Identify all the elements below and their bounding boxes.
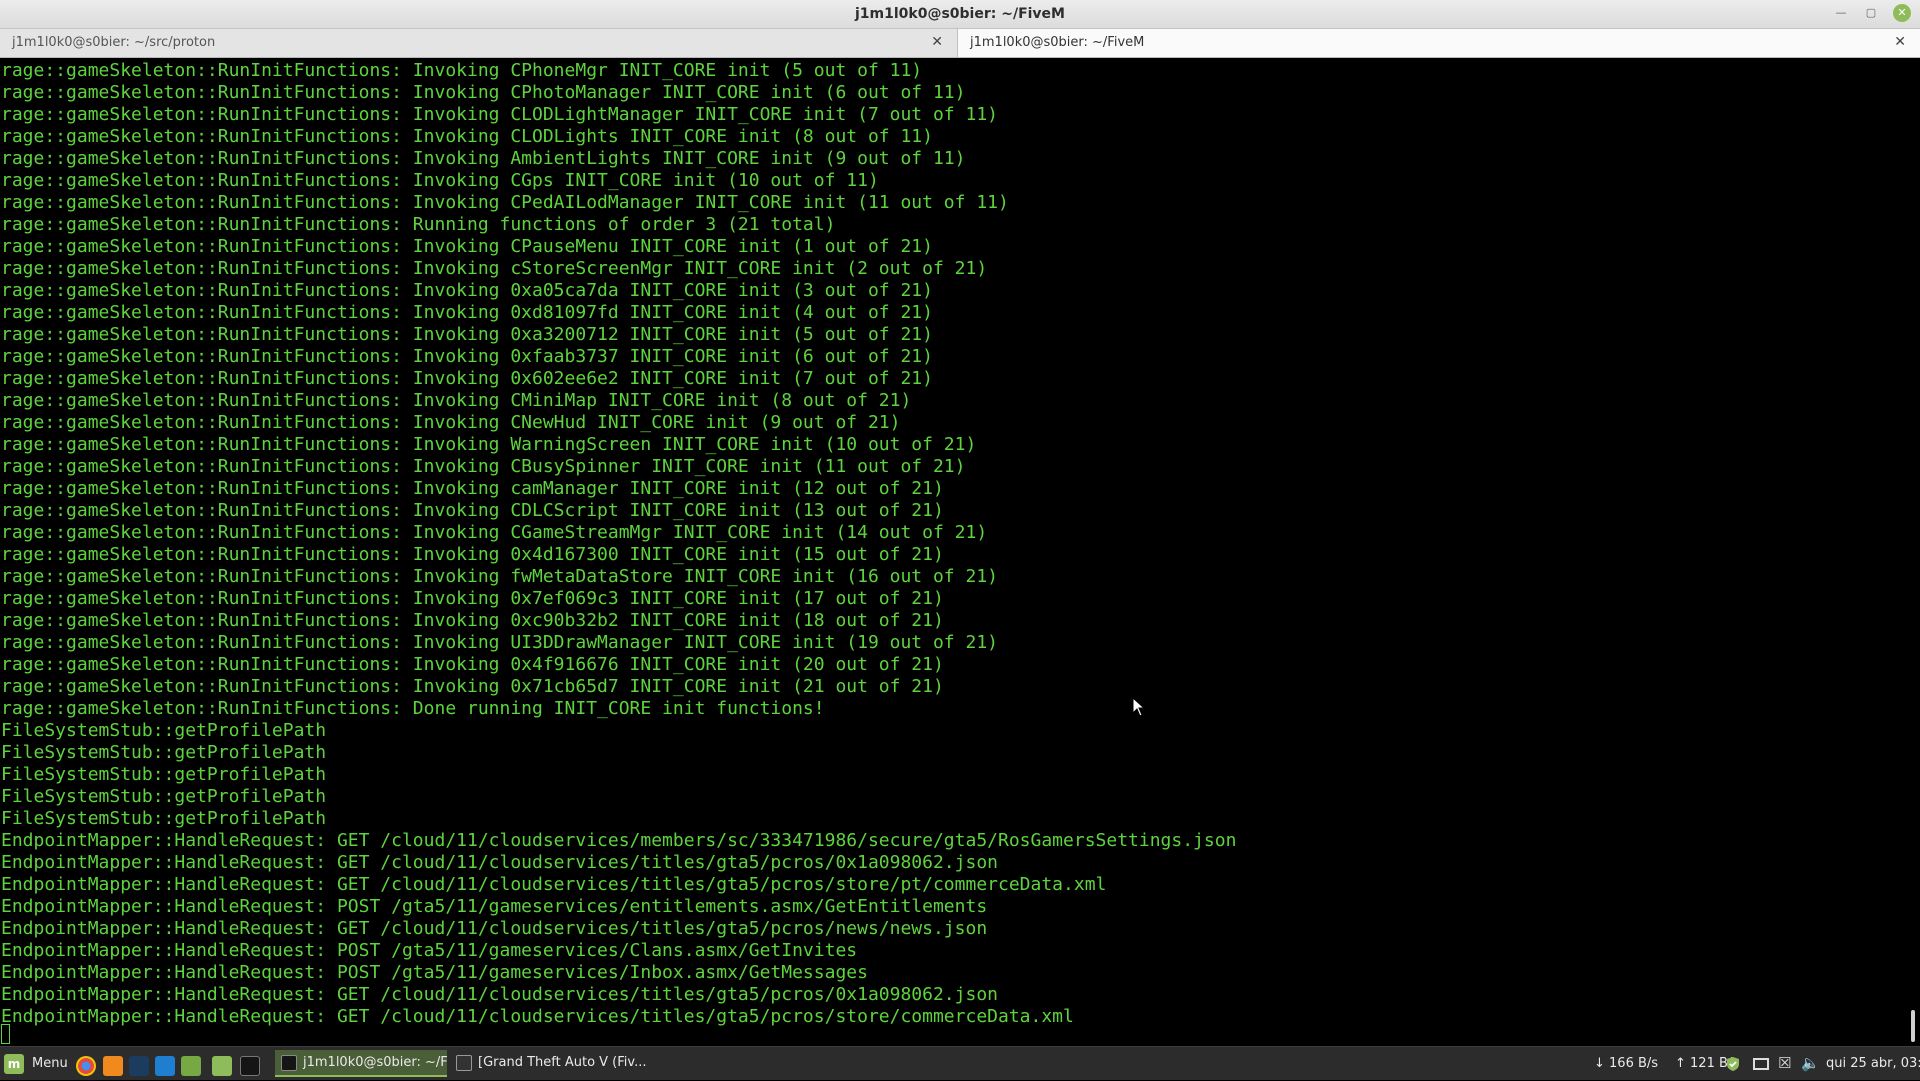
tab-bar: j1m1l0k0@s0bier: ~/src/proton ✕ j1m1l0k0… [0, 29, 1920, 58]
close-window-button[interactable]: ✕ [1893, 4, 1911, 22]
maximize-button[interactable]: ▢ [1862, 4, 1880, 22]
terminal-line: FileSystemStub::getProfilePath [1, 808, 327, 829]
game-window-icon [456, 1055, 472, 1071]
terminal-line: EndpointMapper::HandleRequest: POST /gta… [1, 896, 988, 917]
minimize-button[interactable]: — [1832, 4, 1850, 22]
terminal-line: rage::gameSkeleton::RunInitFunctions: In… [1, 632, 998, 653]
terminal-icon[interactable] [240, 1056, 260, 1076]
mic-off-icon[interactable]: ☒ [1778, 1054, 1794, 1072]
terminal-line: rage::gameSkeleton::RunInitFunctions: In… [1, 302, 933, 323]
terminal-line: rage::gameSkeleton::RunInitFunctions: In… [1, 148, 966, 169]
vlc-icon[interactable] [103, 1056, 123, 1076]
terminal-line: EndpointMapper::HandleRequest: GET /clou… [1, 984, 998, 1005]
terminal-line: EndpointMapper::HandleRequest: GET /clou… [1, 918, 988, 939]
terminal-line: rage::gameSkeleton::RunInitFunctions: In… [1, 544, 944, 565]
terminal-line: rage::gameSkeleton::RunInitFunctions: In… [1, 654, 944, 675]
scrollbar-thumb[interactable] [1911, 1010, 1915, 1042]
task-terminal[interactable]: j1m1l0k0@s0bier: ~/Fiv... [275, 1050, 447, 1077]
terminal-line: rage::gameSkeleton::RunInitFunctions: In… [1, 258, 988, 279]
tab-label: j1m1l0k0@s0bier: ~/src/proton [12, 35, 216, 50]
task-label: j1m1l0k0@s0bier: ~/Fiv... [303, 1055, 447, 1070]
window-title: j1m1l0k0@s0bier: ~/FiveM [855, 6, 1065, 22]
title-bar: j1m1l0k0@s0bier: ~/FiveM — ▢ ✕ [0, 0, 1920, 29]
terminal-line: rage::gameSkeleton::RunInitFunctions: In… [1, 346, 933, 367]
terminal-line: EndpointMapper::HandleRequest: GET /clou… [1, 874, 1107, 895]
terminal-line: FileSystemStub::getProfilePath [1, 720, 327, 741]
terminal-line: EndpointMapper::HandleRequest: POST /gta… [1, 962, 868, 983]
terminal-line: rage::gameSkeleton::RunInitFunctions: In… [1, 104, 998, 125]
shield-icon[interactable] [1725, 1056, 1741, 1072]
terminal-line: rage::gameSkeleton::RunInitFunctions: In… [1, 412, 901, 433]
terminal-line: rage::gameSkeleton::RunInitFunctions: In… [1, 324, 933, 345]
terminal-line: rage::gameSkeleton::RunInitFunctions: In… [1, 236, 933, 257]
terminal-line: EndpointMapper::HandleRequest: GET /clou… [1, 852, 998, 873]
terminal-output[interactable]: rage::gameSkeleton::RunInitFunctions: In… [0, 58, 1906, 1046]
terminal-line: rage::gameSkeleton::RunInitFunctions: In… [1, 192, 1009, 213]
terminal-line: rage::gameSkeleton::RunInitFunctions: Do… [1, 698, 825, 719]
tab-label: j1m1l0k0@s0bier: ~/FiveM [970, 35, 1145, 50]
terminal-line: rage::gameSkeleton::RunInitFunctions: In… [1, 82, 966, 103]
terminal-line: rage::gameSkeleton::RunInitFunctions: Ru… [1, 214, 836, 235]
terminal-line: FileSystemStub::getProfilePath [1, 786, 327, 807]
mint-logo-icon: m [4, 1054, 24, 1074]
terminal-line: EndpointMapper::HandleRequest: GET /clou… [1, 830, 1237, 851]
close-icon[interactable]: ✕ [1894, 34, 1906, 50]
terminal-line: rage::gameSkeleton::RunInitFunctions: In… [1, 280, 933, 301]
terminal-line: rage::gameSkeleton::RunInitFunctions: In… [1, 588, 944, 609]
close-icon[interactable]: ✕ [931, 34, 943, 50]
terminal-line: rage::gameSkeleton::RunInitFunctions: In… [1, 478, 944, 499]
terminal-line: rage::gameSkeleton::RunInitFunctions: In… [1, 566, 998, 587]
terminal-line: rage::gameSkeleton::RunInitFunctions: In… [1, 170, 879, 191]
mouse-pointer-icon [1132, 697, 1146, 717]
terminal-line: rage::gameSkeleton::RunInitFunctions: In… [1, 676, 944, 697]
terminal-scrollbar[interactable] [1906, 58, 1920, 1046]
terminal-line: rage::gameSkeleton::RunInitFunctions: In… [1, 368, 933, 389]
network-download-speed: ↓ 166 B/s [1594, 1056, 1659, 1071]
display-icon[interactable] [1753, 1058, 1769, 1070]
terminal-line: EndpointMapper::HandleRequest: POST /gta… [1, 940, 858, 961]
taskbar: m Menu j1m1l0k0@s0bier: ~/Fiv... [Grand … [0, 1046, 1920, 1080]
chrome-icon[interactable] [76, 1056, 96, 1076]
vscode-icon[interactable] [155, 1056, 175, 1076]
terminal-line: rage::gameSkeleton::RunInitFunctions: In… [1, 500, 944, 521]
terminal-line: rage::gameSkeleton::RunInitFunctions: In… [1, 456, 966, 477]
terminal-line: rage::gameSkeleton::RunInitFunctions: In… [1, 522, 988, 543]
folder-icon[interactable] [212, 1056, 232, 1076]
steam-icon[interactable] [129, 1056, 149, 1076]
files-icon[interactable] [181, 1056, 201, 1076]
tab-fivem[interactable]: j1m1l0k0@s0bier: ~/FiveM ✕ [958, 29, 1920, 57]
tab-proton[interactable]: j1m1l0k0@s0bier: ~/src/proton ✕ [0, 29, 958, 57]
terminal-line: rage::gameSkeleton::RunInitFunctions: In… [1, 60, 923, 81]
terminal-line: rage::gameSkeleton::RunInitFunctions: In… [1, 434, 977, 455]
volume-icon[interactable]: 🔈 [1801, 1054, 1820, 1072]
terminal-cursor [1, 1024, 10, 1044]
terminal-lines: rage::gameSkeleton::RunInitFunctions: In… [1, 60, 1236, 1028]
clock[interactable]: qui 25 abr, 03:05 [1826, 1056, 1920, 1071]
terminal-line: EndpointMapper::HandleRequest: GET /clou… [1, 1006, 1074, 1027]
terminal-line: rage::gameSkeleton::RunInitFunctions: In… [1, 390, 912, 411]
task-gta[interactable]: [Grand Theft Auto V (Fiv... [450, 1050, 650, 1077]
terminal-line: FileSystemStub::getProfilePath [1, 742, 327, 763]
system-tray: ↓ 166 B/s ↑ 121 B/s ☒ 🔈 qui 25 abr, 03:0… [1590, 1047, 1920, 1081]
task-label: [Grand Theft Auto V (Fiv... [478, 1055, 647, 1070]
terminal-line: FileSystemStub::getProfilePath [1, 764, 327, 785]
menu-label: Menu [32, 1056, 68, 1071]
terminal-line: rage::gameSkeleton::RunInitFunctions: In… [1, 126, 933, 147]
terminal-icon [281, 1055, 297, 1071]
terminal-line: rage::gameSkeleton::RunInitFunctions: In… [1, 610, 944, 631]
